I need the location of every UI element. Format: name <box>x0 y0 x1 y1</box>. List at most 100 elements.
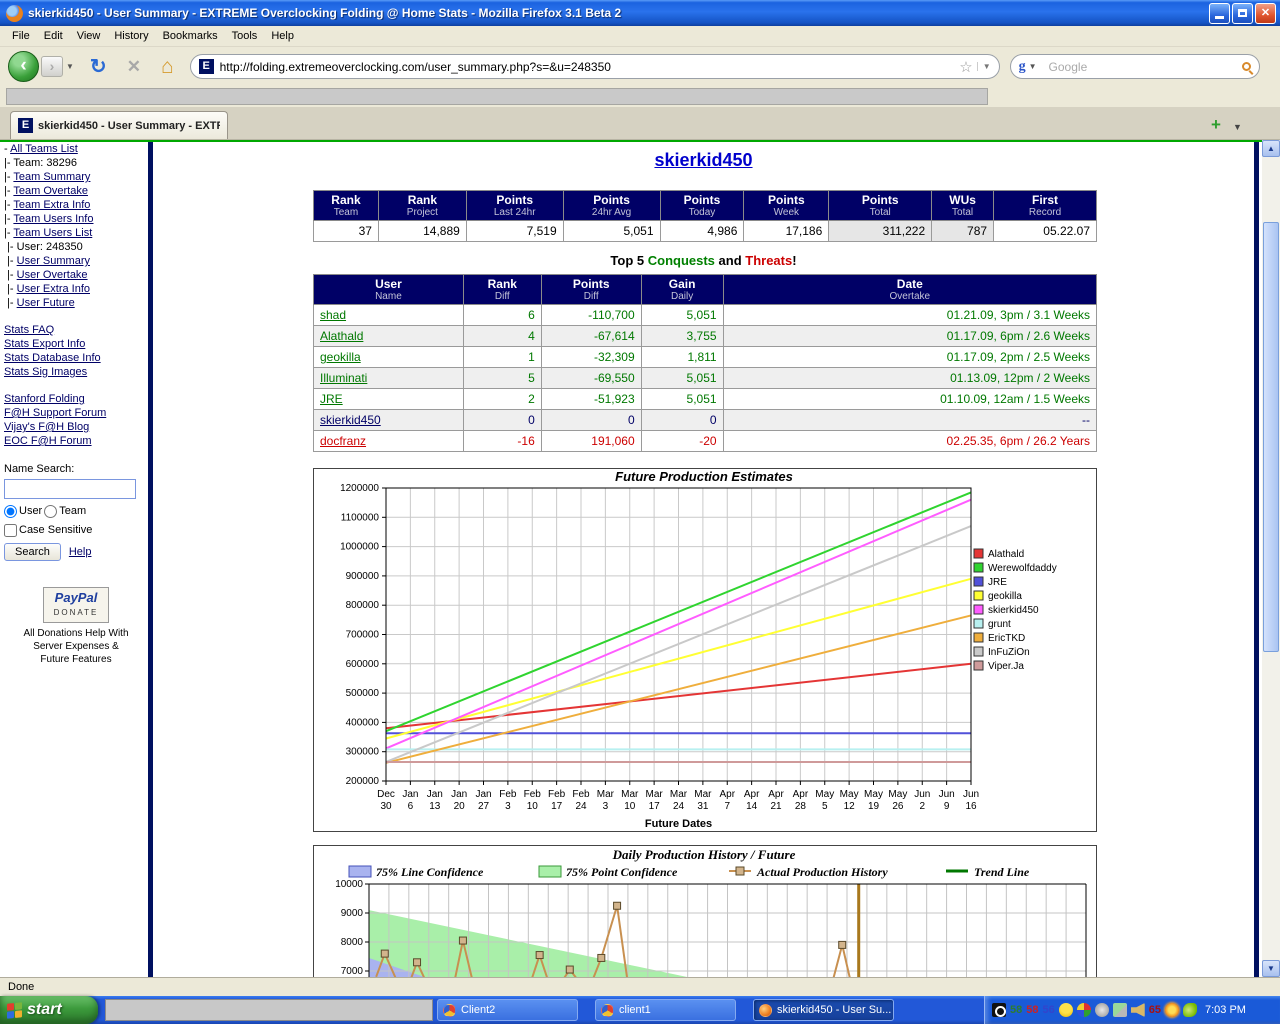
window-titlebar: skierkid450 - User Summary - EXTREME Ove… <box>0 0 1280 26</box>
menu-help[interactable]: Help <box>264 27 301 45</box>
bookmark-star-icon[interactable]: ☆ <box>959 58 972 76</box>
url-input[interactable] <box>220 60 960 74</box>
task-button-client1[interactable]: client1 <box>595 999 736 1021</box>
svg-text:Dec: Dec <box>377 789 395 800</box>
svg-text:7000: 7000 <box>341 966 364 977</box>
network-tray-icon[interactable] <box>1113 1003 1127 1017</box>
search-icon[interactable] <box>1242 62 1251 71</box>
points-24avg-value: 5,051 <box>563 221 660 242</box>
paypal-donate-button[interactable]: PayPal DONATE <box>43 587 109 623</box>
case-sensitive-input[interactable] <box>4 524 17 537</box>
svg-text:21: 21 <box>770 801 782 812</box>
nav-history-dropdown-icon[interactable]: ▼ <box>66 62 74 71</box>
table-row: Illuminati 5 -69,550 5,051 01.13.09, 12p… <box>314 368 1097 389</box>
user-link[interactable]: Illuminati <box>320 371 367 385</box>
svg-text:Jun: Jun <box>914 789 930 800</box>
taskbar-clock[interactable]: 7:03 PM <box>1205 1004 1246 1016</box>
speaker-tray-icon[interactable] <box>1131 1003 1145 1017</box>
task-button-client2[interactable]: Client2 <box>437 999 578 1021</box>
history-marker <box>414 959 421 966</box>
tab-user-summary[interactable]: E skierkid450 - User Summary - EXTRE... <box>10 111 228 139</box>
forward-button[interactable]: › <box>41 56 63 77</box>
svg-text:3: 3 <box>505 801 511 812</box>
web-search-input[interactable] <box>1049 60 1242 74</box>
close-button[interactable]: ✕ <box>1255 3 1276 24</box>
pinwheel-tray-icon[interactable] <box>1077 1003 1091 1017</box>
bookmarks-toolbar-placeholder <box>6 88 988 105</box>
menu-history[interactable]: History <box>107 27 155 45</box>
menu-edit[interactable]: Edit <box>37 27 70 45</box>
home-button[interactable]: ⌂ <box>161 55 174 79</box>
scroll-up-button[interactable]: ▲ <box>1262 140 1280 157</box>
windows-logo-icon <box>7 1002 22 1019</box>
speedfan-tray-icon[interactable] <box>1165 1003 1179 1017</box>
svg-text:26: 26 <box>892 801 904 812</box>
svg-text:Apr: Apr <box>793 789 809 800</box>
svg-text:16: 16 <box>965 801 977 812</box>
case-sensitive-checkbox[interactable]: Case Sensitive <box>4 523 92 537</box>
back-button[interactable]: ‹ <box>8 51 39 82</box>
stop-button[interactable]: ✕ <box>127 57 141 77</box>
future-production-chart-svg: 2000003000004000005000006000007000008000… <box>314 469 1096 831</box>
chart2-body: 10000900080007000Daily Production Histor… <box>335 847 1086 977</box>
user-link[interactable]: shad <box>320 308 346 322</box>
chart1-xlabel: Future Dates <box>645 818 712 830</box>
system-tray: 58 58 56 65 7:03 PM <box>984 996 1280 1024</box>
history-marker <box>381 950 388 957</box>
scroll-down-button[interactable]: ▼ <box>1262 960 1280 977</box>
search-engine-dropdown-icon[interactable]: ▼ <box>1029 62 1037 71</box>
aim-tray-icon[interactable] <box>1059 1003 1073 1017</box>
list-all-tabs-icon[interactable]: ▼ <box>1233 122 1242 132</box>
google-logo-icon[interactable]: g <box>1019 59 1026 75</box>
scrollbar-thumb[interactable] <box>1263 222 1279 652</box>
radio-team[interactable]: Team <box>44 504 86 518</box>
user-link[interactable]: skierkid450 <box>320 413 381 427</box>
menu-view[interactable]: View <box>70 27 108 45</box>
url-dropdown-icon[interactable]: ▼ <box>977 62 991 71</box>
svg-text:8000: 8000 <box>341 937 364 948</box>
user-link[interactable]: geokilla <box>320 350 361 364</box>
svg-text:900000: 900000 <box>346 571 380 582</box>
menu-tools[interactable]: Tools <box>225 27 265 45</box>
volume-tray-icon[interactable] <box>1095 1003 1109 1017</box>
svg-text:May: May <box>840 789 859 800</box>
steam-tray-icon[interactable] <box>992 1003 1006 1017</box>
user-link[interactable]: Alathald <box>320 329 363 343</box>
taskbar-toolbar-placeholder <box>105 999 433 1021</box>
name-search-input[interactable] <box>4 479 136 499</box>
svg-text:30: 30 <box>380 801 392 812</box>
vertical-scrollbar[interactable]: ▲ ▼ <box>1262 140 1280 977</box>
user-link[interactable]: JRE <box>320 392 343 406</box>
legend-label-Viper.Ja: Viper.Ja <box>988 661 1024 672</box>
legend-label-geokilla: geokilla <box>988 591 1022 602</box>
legend-label-Werewolfdaddy: Werewolfdaddy <box>988 563 1057 574</box>
legend-label-JRE: JRE <box>988 577 1007 588</box>
overtake-table: UserName RankDiff PointsDiff GainDaily D… <box>313 274 1097 452</box>
new-tab-button[interactable]: + <box>1207 116 1225 134</box>
sidebar-item-user-future: |- User Future <box>4 296 148 310</box>
task-button-firefox[interactable]: skierkid450 - User Su... <box>753 999 894 1021</box>
nav-toolbar: ‹ › ▼ ↻ ✕ ⌂ E ☆ ▼ g ▼ <box>0 47 1280 86</box>
user-link[interactable]: docfranz <box>320 434 366 448</box>
bookmarks-toolbar <box>0 86 1280 107</box>
menu-file[interactable]: File <box>5 27 37 45</box>
sidebar-link-stanford: Stanford Folding <box>4 392 148 406</box>
site-favicon: E <box>199 59 214 74</box>
paypal-donate-label: DONATE <box>46 606 106 620</box>
menu-bookmarks[interactable]: Bookmarks <box>156 27 225 45</box>
help-link[interactable]: Help <box>69 545 92 559</box>
svg-text:Jan: Jan <box>451 789 467 800</box>
radio-team-input[interactable] <box>44 505 57 518</box>
main-content: skierkid450 RankTeam RankProject PointsL… <box>153 142 1254 977</box>
search-button[interactable]: Search <box>4 543 61 561</box>
minimize-button[interactable] <box>1209 3 1230 24</box>
radio-user-input[interactable] <box>4 505 17 518</box>
user-name-link[interactable]: skierkid450 <box>654 150 752 170</box>
radio-user[interactable]: User <box>4 504 42 518</box>
start-button[interactable]: start <box>0 996 98 1024</box>
svg-text:28: 28 <box>795 801 807 812</box>
restore-button[interactable] <box>1232 3 1253 24</box>
svg-text:Feb: Feb <box>524 789 542 800</box>
reload-button[interactable]: ↻ <box>90 54 107 79</box>
nvidia-tray-icon[interactable] <box>1183 1003 1197 1017</box>
